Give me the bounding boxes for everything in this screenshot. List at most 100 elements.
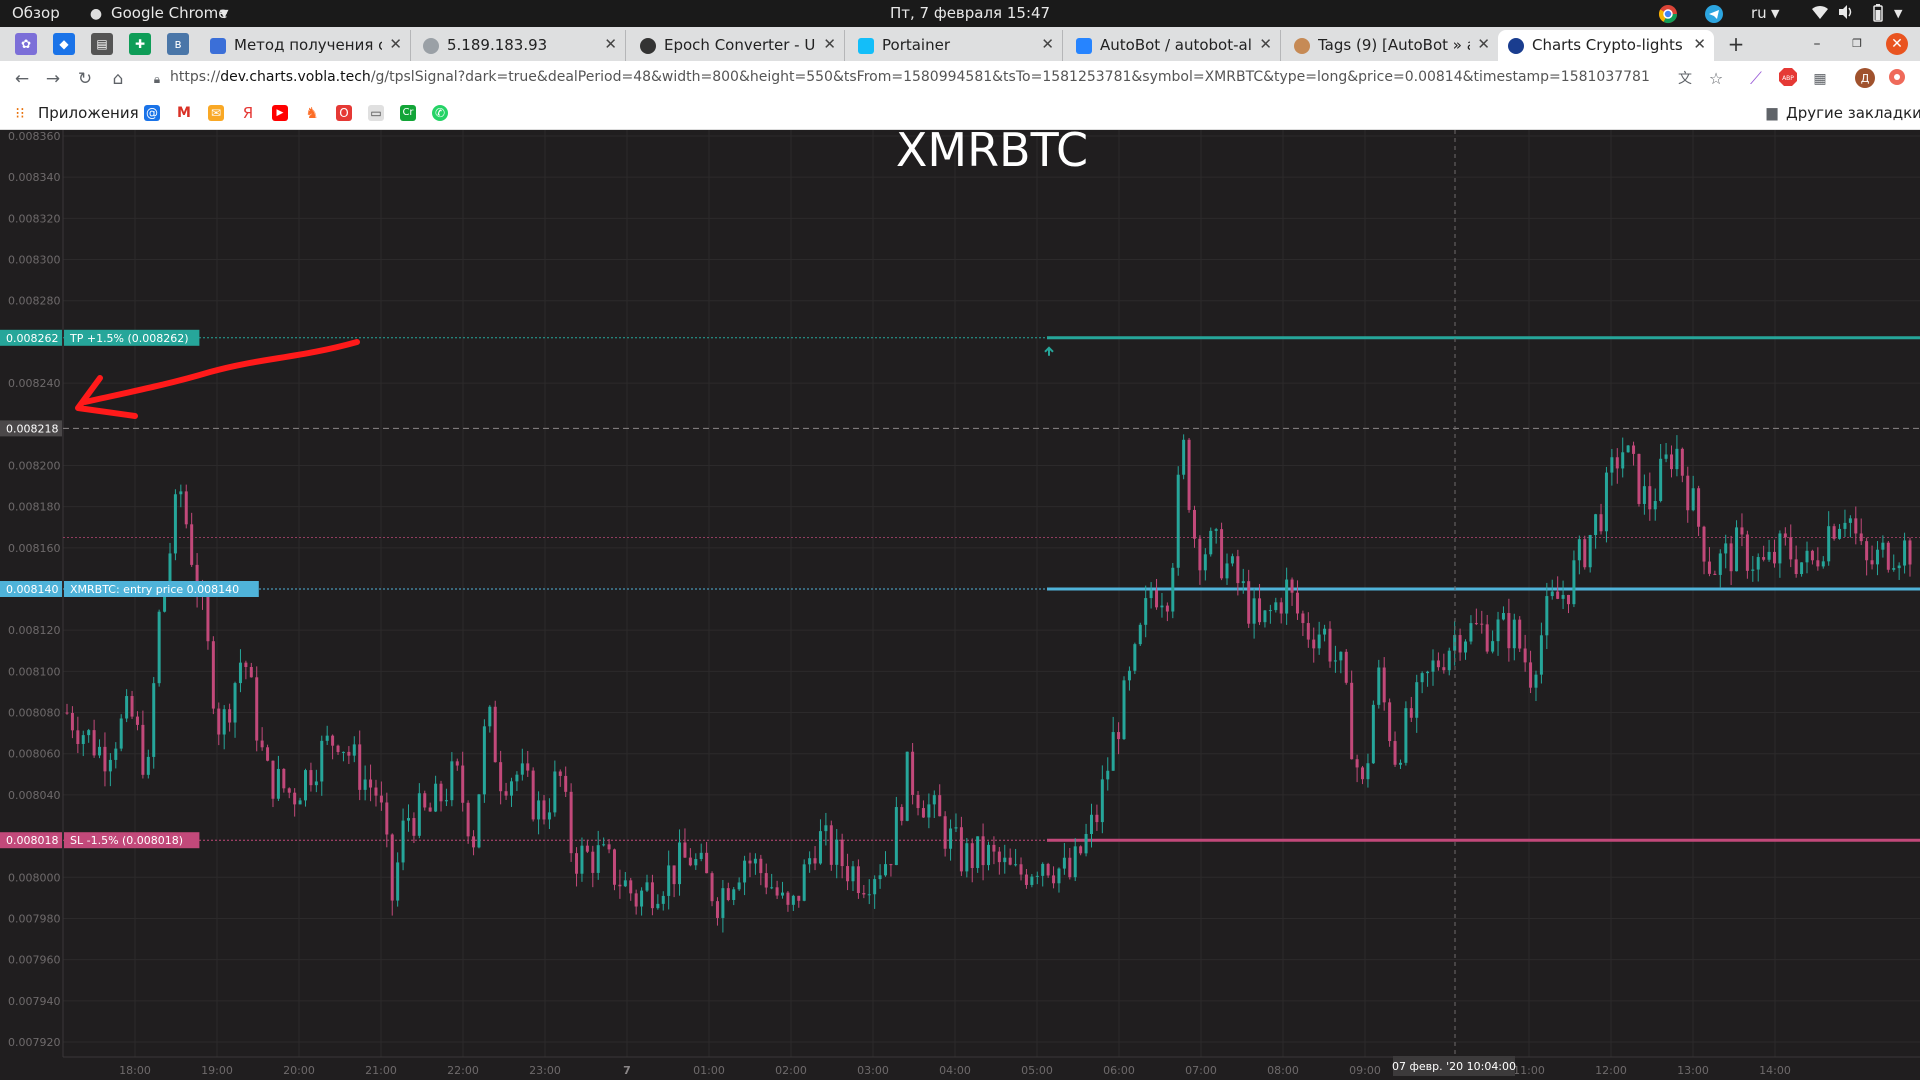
tab-autobot[interactable]: AutoBot / autobot-all ✕ xyxy=(1066,30,1281,61)
app-menu-button[interactable]: Google Chrome xyxy=(111,4,228,22)
tab-tags[interactable]: Tags (9) [AutoBot » au ✕ xyxy=(1284,30,1498,61)
candle-body xyxy=(1268,610,1272,612)
entry-tag-text: 0.008140 xyxy=(6,583,59,596)
candle-body xyxy=(1474,623,1478,625)
activities-button[interactable]: Обзор xyxy=(12,4,60,22)
gmail-icon[interactable]: M xyxy=(176,105,192,121)
pinned-tab-1[interactable]: ✿ xyxy=(15,33,37,55)
new-tab-button[interactable]: + xyxy=(1725,33,1747,55)
candle-body xyxy=(1735,527,1739,572)
candle-body xyxy=(1686,475,1690,511)
candle-body xyxy=(233,683,237,723)
candle-body xyxy=(1382,667,1386,703)
candle-body xyxy=(1252,598,1256,624)
pinned-tab-2[interactable]: ◆ xyxy=(53,33,75,55)
price-chart[interactable]: 0.008360 0.008340 0.008320 0.008300 0.008280… xyxy=(0,130,1920,1080)
url-field[interactable]: https://dev.charts.vobla.tech/g/tpslSign… xyxy=(170,69,1650,85)
other-bookmarks[interactable]: Другие закладки xyxy=(1786,104,1920,122)
candle-body xyxy=(309,770,313,786)
candle-body xyxy=(347,751,351,756)
candle-body xyxy=(1729,543,1733,572)
reload-button[interactable]: ↻ xyxy=(74,68,96,90)
candle-body xyxy=(1594,514,1598,536)
apps-grid-icon[interactable]: ⁝⁝ xyxy=(12,105,28,121)
back-button[interactable]: ← xyxy=(11,68,33,90)
gitlab-icon[interactable]: ♞ xyxy=(304,105,320,121)
mail-icon[interactable]: ✉ xyxy=(208,105,224,121)
candle-body xyxy=(92,730,96,756)
crosshair-time-label: 07 февр. '20 10:04:00 xyxy=(1392,1056,1516,1076)
clock-datetime[interactable]: Пт, 7 февраля 15:47 xyxy=(890,4,1050,22)
candle-body xyxy=(797,895,801,901)
candle-body xyxy=(1377,667,1381,705)
candle-body xyxy=(314,781,318,786)
candle-body xyxy=(786,892,790,905)
close-icon[interactable]: ✕ xyxy=(1041,35,1054,53)
candle-body xyxy=(1052,875,1056,884)
whatsapp-icon[interactable]: ✆ xyxy=(432,105,448,121)
translate-icon[interactable]: 文 xyxy=(1674,68,1696,90)
volume-icon[interactable] xyxy=(1836,4,1856,24)
forward-button[interactable]: → xyxy=(42,68,64,90)
apps-bookmark[interactable]: Приложения xyxy=(38,104,139,122)
home-button[interactable]: ⌂ xyxy=(107,68,129,90)
candle-body xyxy=(1160,605,1164,608)
battery-icon[interactable] xyxy=(1868,4,1888,24)
candle-body xyxy=(1567,594,1571,605)
pinned-tab-sheets[interactable]: ✚ xyxy=(129,33,151,55)
candle-body xyxy=(472,836,476,848)
language-indicator[interactable]: ru xyxy=(1751,4,1767,22)
chrome-tray-icon[interactable] xyxy=(1658,4,1678,24)
tab-method[interactable]: Метод получения све ✕ xyxy=(200,30,411,61)
wifi-icon[interactable] xyxy=(1810,4,1830,24)
candle-body xyxy=(1176,474,1180,568)
candle-body xyxy=(596,845,600,873)
tab-epoch[interactable]: Epoch Converter - Uni ✕ xyxy=(630,30,845,61)
tab-charts-active[interactable]: Charts Crypto-lights ✕ xyxy=(1498,30,1714,61)
tab-ip[interactable]: 5.189.183.93 ✕ xyxy=(413,30,626,61)
cr-bookmark-icon[interactable]: Cr xyxy=(400,105,416,121)
close-window-button[interactable]: ✕ xyxy=(1886,33,1908,55)
profile-avatar[interactable]: Д xyxy=(1854,68,1876,90)
candle-body xyxy=(1762,557,1766,560)
minimize-button[interactable]: – xyxy=(1806,33,1828,55)
candle-body xyxy=(710,873,714,902)
extension-grid-icon[interactable]: ▦ xyxy=(1809,68,1831,90)
bookmark-at-icon[interactable]: @ xyxy=(144,105,160,121)
tab-portainer[interactable]: Portainer ✕ xyxy=(848,30,1063,61)
close-icon[interactable]: ✕ xyxy=(389,35,402,53)
candle-body xyxy=(813,858,817,864)
y-tick-label: 0.008280 xyxy=(8,295,61,308)
star-icon[interactable]: ☆ xyxy=(1705,68,1727,90)
candle-body xyxy=(753,858,757,864)
candle-body xyxy=(331,735,335,746)
photo-bookmark-icon[interactable]: ▭ xyxy=(368,105,384,121)
close-icon[interactable]: ✕ xyxy=(604,35,617,53)
extension-red-icon[interactable] xyxy=(1886,68,1908,90)
telegram-tray-icon[interactable] xyxy=(1704,4,1724,24)
close-icon[interactable]: ✕ xyxy=(1693,35,1706,53)
candle-body xyxy=(846,866,850,882)
candle-body xyxy=(770,887,774,889)
candle-body xyxy=(1393,741,1397,765)
candle-body xyxy=(1333,660,1337,662)
opera-icon[interactable]: O xyxy=(336,105,352,121)
x-tick-label: 02:00 xyxy=(775,1064,807,1077)
candle-body xyxy=(293,792,297,805)
pinned-tab-3[interactable]: ▤ xyxy=(91,33,113,55)
candle-body xyxy=(1556,591,1560,599)
candle-body xyxy=(1285,579,1289,614)
candle-body xyxy=(217,708,221,735)
extension-feather-icon[interactable]: ⟋ xyxy=(1745,68,1767,90)
chevron-down-icon[interactable]: ▼ xyxy=(1894,7,1902,20)
close-icon[interactable]: ✕ xyxy=(823,35,836,53)
pinned-tab-vk[interactable]: в xyxy=(167,33,189,55)
restore-button[interactable]: ❐ xyxy=(1846,33,1868,55)
close-icon[interactable]: ✕ xyxy=(1477,35,1490,53)
candle-body xyxy=(1263,610,1267,623)
yandex-icon[interactable]: Я xyxy=(240,105,256,121)
adblock-icon[interactable]: ABP xyxy=(1777,68,1799,90)
close-icon[interactable]: ✕ xyxy=(1259,35,1272,53)
lock-icon[interactable]: 🔒︎ xyxy=(146,68,168,90)
youtube-icon[interactable]: ▶ xyxy=(272,105,288,121)
